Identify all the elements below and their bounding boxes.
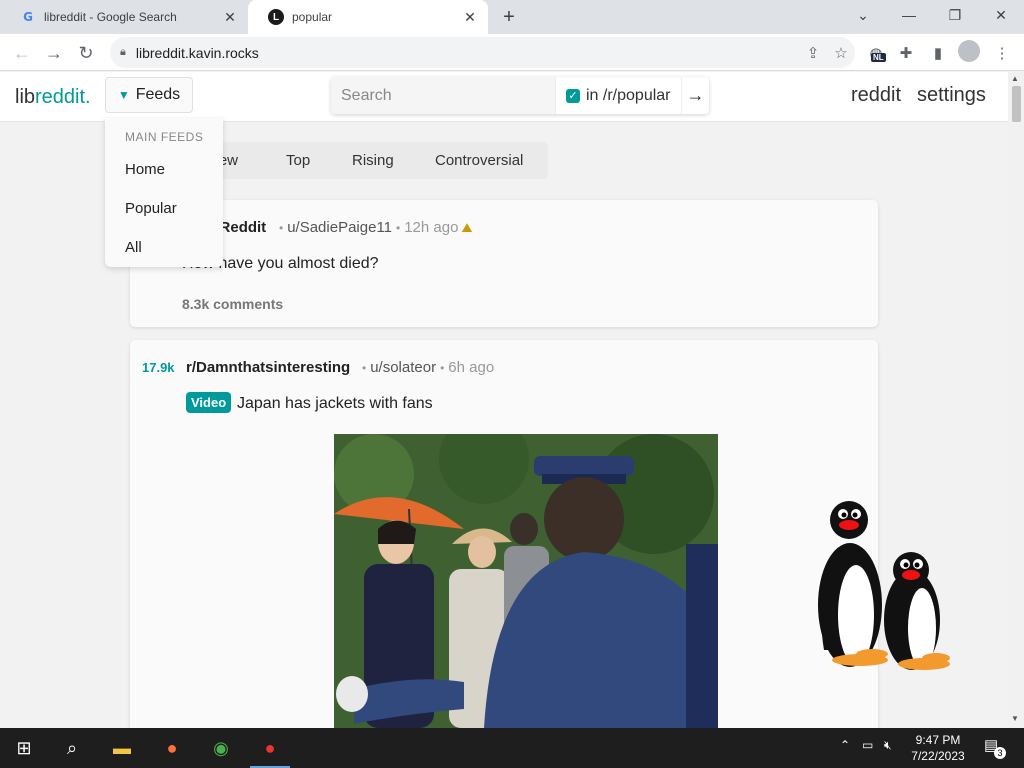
scroll-up-arrow-icon[interactable]: ▲ bbox=[1011, 74, 1019, 83]
post-author[interactable]: u/SadiePaige11 bbox=[287, 219, 392, 236]
caret-down-icon: ▼ bbox=[117, 88, 130, 102]
side-panel-icon[interactable]: ▮ bbox=[926, 41, 950, 65]
tab-popular[interactable]: L popular ✕ bbox=[248, 0, 488, 34]
feeds-dropdown: MAIN FEEDS Home Popular All bbox=[105, 118, 223, 267]
post-meta: • u/SadiePaige11 • 12h ago ⛰ bbox=[275, 219, 472, 236]
search-submit-button[interactable]: → bbox=[681, 77, 709, 114]
tab-google-search[interactable]: G libreddit - Google Search ✕ bbox=[0, 0, 248, 34]
windows-start-icon[interactable]: ⊞ bbox=[10, 734, 38, 762]
close-icon[interactable]: ✕ bbox=[460, 7, 480, 27]
star-icon[interactable]: ☆ bbox=[827, 44, 855, 62]
separator-dot: • bbox=[440, 361, 445, 375]
separator-dot: • bbox=[362, 361, 367, 375]
firefox-icon[interactable]: ● bbox=[158, 734, 186, 762]
separator-dot: • bbox=[396, 221, 401, 235]
profile-avatar[interactable] bbox=[958, 40, 980, 62]
minimize-icon[interactable]: — bbox=[895, 4, 923, 26]
address-bar[interactable]: 🔒︎ libreddit.kavin.rocks ⇪ ☆ bbox=[110, 37, 855, 68]
post-time: 6h ago bbox=[448, 359, 495, 376]
page-scrollbar[interactable]: ▲ ▼ bbox=[1008, 72, 1024, 728]
award-icon: ⛰ bbox=[461, 220, 473, 235]
url-text: libreddit.kavin.rocks bbox=[135, 44, 259, 61]
os-taskbar: ⊞ ⌕ ▬ ● ◉ ● ⌃ ▭ 🔇︎ 9:47 PM 7/22/2023 ▤ 3 bbox=[0, 728, 1024, 768]
share-icon[interactable]: ⇪ bbox=[799, 44, 827, 62]
post-author[interactable]: u/solateor bbox=[370, 359, 436, 376]
kebab-menu-icon[interactable]: ⋮ bbox=[990, 41, 1014, 65]
dropdown-item-popular[interactable]: Popular bbox=[125, 200, 177, 217]
close-icon[interactable]: ✕ bbox=[220, 7, 240, 27]
scroll-down-arrow-icon[interactable]: ▼ bbox=[1011, 714, 1019, 723]
tab-strip: G libreddit - Google Search ✕ L popular … bbox=[0, 0, 1024, 34]
search-icon[interactable]: ⌕ bbox=[58, 734, 86, 762]
clock-date: 7/22/2023 bbox=[911, 749, 965, 763]
post-time: 12h ago bbox=[404, 219, 459, 236]
taskbar-clock[interactable]: 9:47 PM 7/22/2023 bbox=[906, 732, 970, 764]
penguin-mascots bbox=[812, 500, 962, 680]
post-subreddit[interactable]: r/Damnthatsinteresting bbox=[186, 359, 350, 376]
network-icon[interactable]: ▭ bbox=[862, 738, 873, 752]
libreddit-icon: L bbox=[268, 9, 284, 25]
site-logo[interactable]: libreddit. bbox=[15, 86, 91, 109]
dropdown-item-all[interactable]: All bbox=[125, 239, 142, 256]
google-icon: G bbox=[23, 10, 33, 24]
post-meta: • u/solateor • 6h ago bbox=[358, 359, 494, 376]
new-tab-button[interactable]: + bbox=[498, 6, 520, 28]
search-input[interactable] bbox=[331, 77, 555, 114]
post-comments-link[interactable]: 8.3k comments bbox=[182, 296, 283, 312]
post-title[interactable]: Japan has jackets with fans bbox=[237, 395, 433, 413]
forward-arrow-icon[interactable]: → bbox=[42, 41, 66, 65]
reload-icon[interactable]: ↻ bbox=[74, 41, 98, 65]
chrome-icon[interactable]: ◉ bbox=[207, 734, 235, 762]
sort-rising[interactable]: Rising bbox=[352, 152, 394, 169]
file-explorer-icon[interactable]: ▬ bbox=[108, 734, 136, 762]
restore-icon[interactable]: ❐ bbox=[941, 4, 969, 26]
puzzle-extensions-icon[interactable]: ✚ bbox=[894, 41, 918, 65]
scrollbar-thumb[interactable] bbox=[1012, 86, 1021, 122]
logo-reddit: reddit. bbox=[35, 86, 91, 108]
volume-muted-icon[interactable]: 🔇︎ bbox=[884, 738, 892, 753]
separator-dot: • bbox=[279, 221, 284, 235]
tab-title: popular bbox=[292, 10, 333, 24]
restrict-subreddit-toggle[interactable]: ✓ in /r/popular bbox=[555, 77, 681, 114]
sort-top[interactable]: Top bbox=[286, 152, 310, 169]
tab-title: libreddit - Google Search bbox=[44, 10, 177, 24]
pingu-app-icon[interactable]: ● bbox=[250, 734, 290, 768]
post-flair-badge[interactable]: Video bbox=[186, 392, 232, 413]
dropdown-heading: MAIN FEEDS bbox=[125, 130, 204, 144]
tab-search-chevron-icon[interactable]: ⌄ bbox=[849, 4, 877, 26]
browser-toolbar: ← → ↻ 🔒︎ libreddit.kavin.rocks ⇪ ☆ ◍ ✚ ▮… bbox=[0, 34, 1024, 71]
post-score: 17.9k bbox=[142, 360, 175, 375]
lock-icon: 🔒︎ bbox=[120, 46, 126, 58]
window-close-icon[interactable]: ✕ bbox=[987, 4, 1015, 26]
logo-lib: lib bbox=[15, 86, 36, 108]
notification-count: 3 bbox=[994, 747, 1006, 759]
reddit-link[interactable]: reddit bbox=[851, 84, 901, 107]
post-video-thumbnail[interactable] bbox=[334, 434, 718, 728]
post-card: 17.9k r/Damnthatsinteresting • u/solateor… bbox=[130, 340, 878, 740]
clock-time: 9:47 PM bbox=[915, 733, 961, 747]
dropdown-item-home[interactable]: Home bbox=[125, 161, 165, 178]
back-arrow-icon[interactable]: ← bbox=[10, 41, 34, 65]
settings-link[interactable]: settings bbox=[917, 84, 986, 107]
extension-badge: NL bbox=[871, 53, 886, 62]
sort-controversial[interactable]: Controversial bbox=[435, 152, 523, 169]
post-card: AskReddit • u/SadiePaige11 • 12h ago ⛰ How h… bbox=[130, 200, 878, 327]
site-header: libreddit. ▼ Feeds ✓ in /r/popular → red… bbox=[0, 72, 1008, 122]
checkbox-checked-icon[interactable]: ✓ bbox=[566, 88, 580, 103]
feeds-button[interactable]: ▼ Feeds bbox=[105, 77, 193, 113]
tray-chevron-icon[interactable]: ⌃ bbox=[840, 738, 850, 752]
feeds-label: Feeds bbox=[135, 86, 181, 103]
restrict-label: in /r/popular bbox=[586, 86, 671, 104]
search-form: ✓ in /r/popular → bbox=[331, 77, 709, 114]
